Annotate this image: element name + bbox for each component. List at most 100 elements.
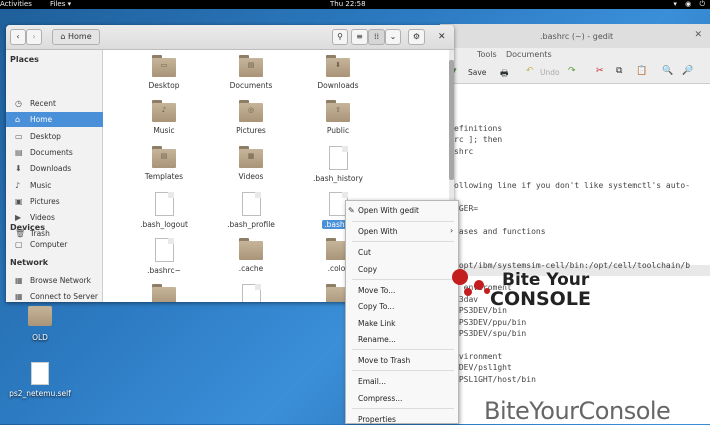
sidebar-item-pictures[interactable]: ▣ Pictures <box>6 194 103 209</box>
folder-item[interactable]: .cache <box>211 238 291 273</box>
menu-documents[interactable]: Documents <box>506 50 552 59</box>
file-item[interactable]: .bash_profile <box>211 192 291 229</box>
menu-make-link[interactable]: Make Link <box>358 319 396 328</box>
computer-icon: ▢ <box>15 240 23 249</box>
file-name: .cache <box>238 264 264 273</box>
folder-emblem-icon: ⇧ <box>335 106 341 114</box>
folder-item[interactable]: ▭ Desktop <box>124 55 204 90</box>
folder-item[interactable]: ▤ Templates <box>124 146 204 181</box>
file-name: Downloads <box>317 81 359 90</box>
sidebar-item-desktop[interactable]: ▭ Desktop <box>6 129 103 144</box>
undo-icon[interactable]: ↶ <box>526 66 534 76</box>
folder-item[interactable] <box>124 284 204 302</box>
menu-move-to[interactable]: Move To... <box>358 286 395 295</box>
sidebar-item-label: Browse Network <box>30 276 92 285</box>
close-icon[interactable]: ✕ <box>438 32 446 42</box>
sidebar-item-recent[interactable]: ◷ Recent <box>6 96 103 111</box>
view-options-button[interactable]: ⌄ <box>385 29 401 45</box>
code-line: iases and functions <box>454 226 546 236</box>
file-item[interactable]: .bash_history <box>298 146 378 183</box>
documents-icon: ▤ <box>15 147 23 157</box>
redo-icon[interactable]: ↷ <box>568 66 576 76</box>
sidebar-item-documents[interactable]: ▤ Documents <box>6 145 103 160</box>
menu-open-with-gedit[interactable]: Open With gedit <box>358 206 419 215</box>
editor-text[interactable]: efinitions rc ]; then shrc ollowing line if… <box>454 124 690 386</box>
scrollbar-thumb[interactable] <box>449 60 454 180</box>
menu-email[interactable]: Email... <box>358 377 386 386</box>
search-button[interactable]: ⚲ <box>332 29 348 45</box>
files-app-menu[interactable]: Files ▾ <box>50 0 71 9</box>
desktop-icon-old[interactable]: OLD <box>20 306 60 342</box>
folder-item[interactable]: ▦ Videos <box>211 146 291 181</box>
grid-view-button[interactable]: ⁞⁞ <box>368 29 385 45</box>
sidebar-section-header: Network <box>10 258 49 267</box>
context-menu: ✎ Open With gedit Open With › Cut Copy M… <box>345 200 459 424</box>
sidebar-item-computer[interactable]: ▢ Computer <box>6 237 103 252</box>
folder-item[interactable]: ⬇ Downloads <box>298 55 378 90</box>
file-item[interactable] <box>211 284 291 302</box>
sidebar-item-downloads[interactable]: ⬇ Downloads <box>6 161 103 176</box>
watermark-text: BiteYourConsole <box>484 397 671 425</box>
menu-copy[interactable]: Copy <box>358 265 377 274</box>
file-name: .bashrc~ <box>147 266 181 275</box>
file-name: Pictures <box>236 126 266 135</box>
menu-open-with[interactable]: Open With <box>358 227 397 236</box>
code-line: shrc <box>454 146 474 156</box>
settings-button[interactable]: ⚙ <box>408 29 425 45</box>
gear-icon: ⚙ <box>412 32 421 41</box>
menu-move-to-trash[interactable]: Move to Trash <box>358 356 410 365</box>
file-item[interactable]: .bash_logout <box>124 192 204 229</box>
menu-tools[interactable]: Tools <box>477 50 497 59</box>
watermark-logo: Bite Your CONSOLE <box>450 266 600 316</box>
text-file-icon <box>154 192 174 216</box>
location-home-button[interactable]: ⌂ Home <box>52 29 100 45</box>
save-button[interactable]: Save <box>468 68 486 77</box>
cut-icon[interactable]: ✂ <box>596 66 604 76</box>
desktop-icon-ps2-netemu[interactable]: ps2_netemu.self <box>2 362 78 398</box>
chevron-down-icon: ⌄ <box>389 32 397 41</box>
search-icon[interactable]: 🔍 <box>662 66 673 76</box>
system-tray[interactable]: ▾ ◉ ⏻ <box>673 0 708 9</box>
menu-rename[interactable]: Rename... <box>358 335 396 344</box>
folder-item[interactable]: ▤ Documents <box>211 55 291 90</box>
folder-emblem-icon: ♪ <box>161 106 167 114</box>
menu-compress[interactable]: Compress... <box>358 394 402 403</box>
folder-item[interactable]: ⇧ Public <box>298 100 378 135</box>
sidebar-item-home[interactable]: ⌂ Home <box>6 112 103 128</box>
file-item[interactable]: .bashrc~ <box>124 238 204 275</box>
menu-separator <box>352 408 454 409</box>
print-icon[interactable]: 🖶 <box>500 66 509 82</box>
menu-cut[interactable]: Cut <box>358 248 371 257</box>
menu-copy-to[interactable]: Copy To... <box>358 302 394 311</box>
music-icon: ♪ <box>15 180 21 190</box>
undo-button[interactable]: Undo <box>540 68 560 77</box>
paste-icon[interactable]: 📋 <box>636 66 647 76</box>
forward-button[interactable]: › <box>26 29 42 45</box>
folder-icon: ♪ <box>152 100 176 122</box>
sidebar-item-label: Pictures <box>30 196 60 206</box>
code-line: $PS3DEV/spu/bin <box>454 329 527 339</box>
activities-button[interactable]: Activities <box>0 0 32 9</box>
list-view-button[interactable]: ≡ <box>351 29 368 45</box>
sidebar-item-label: Computer <box>30 240 68 249</box>
close-icon[interactable]: ✕ <box>694 30 702 40</box>
sidebar-section-header: Places <box>10 55 39 64</box>
back-button[interactable]: ‹ <box>10 29 26 45</box>
folder-item[interactable]: ♪ Music <box>124 100 204 135</box>
clock[interactable]: Thu 22:58 <box>330 0 366 9</box>
file-name: Music <box>153 126 175 135</box>
edit-icon: ✎ <box>348 206 355 215</box>
copy-icon[interactable]: ⧉ <box>616 66 622 76</box>
network-icon: ▦ <box>15 276 23 285</box>
sidebar-item-connect-to-server[interactable]: ▦ Connect to Server <box>6 289 103 304</box>
home-icon: ⌂ <box>15 115 21 125</box>
folder-icon: ◎ <box>239 100 263 122</box>
sidebar-item-browse-network[interactable]: ▦ Browse Network <box>6 273 103 288</box>
replace-icon[interactable]: 🔎 <box>682 66 693 76</box>
menu-properties[interactable]: Properties <box>358 415 396 424</box>
menu-separator <box>352 349 454 350</box>
download-icon: ⬇ <box>15 164 22 174</box>
sidebar-item-music[interactable]: ♪ Music <box>6 178 103 193</box>
folder-icon: ▤ <box>239 55 263 77</box>
folder-item[interactable]: ◎ Pictures <box>211 100 291 135</box>
